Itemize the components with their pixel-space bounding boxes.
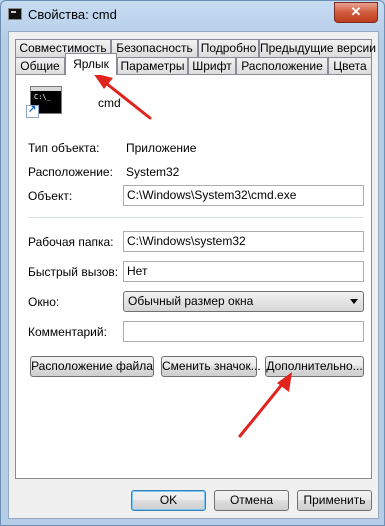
run-label: Окно: bbox=[28, 295, 60, 309]
tab-general[interactable]: Общие bbox=[15, 57, 65, 75]
tab-font[interactable]: Шрифт bbox=[188, 57, 236, 75]
start-in-input[interactable]: C:\Windows\system32 bbox=[123, 231, 364, 252]
shortcut-arrow-icon bbox=[26, 104, 39, 118]
shortcut-panel: C:\_ cmd Тип объекта: Приложение Располо… bbox=[15, 74, 372, 479]
cancel-button[interactable]: Отмена bbox=[214, 490, 289, 511]
tab-security[interactable]: Безопасность bbox=[111, 39, 198, 57]
comment-input[interactable] bbox=[123, 321, 364, 342]
chevron-down-icon bbox=[350, 299, 358, 304]
tab-layout[interactable]: Расположение bbox=[236, 57, 328, 75]
hotkey-label: Быстрый вызов: bbox=[28, 265, 119, 279]
tab-colors[interactable]: Цвета bbox=[328, 57, 372, 75]
location-value: System32 bbox=[126, 165, 180, 179]
divider bbox=[28, 217, 363, 219]
target-input[interactable]: C:\Windows\System32\cmd.exe bbox=[123, 185, 364, 206]
ok-button[interactable]: OK bbox=[131, 490, 206, 511]
hotkey-input[interactable]: Нет bbox=[123, 261, 364, 282]
target-type-value: Приложение bbox=[126, 141, 197, 155]
change-icon-button[interactable]: Сменить значок... bbox=[161, 356, 261, 377]
advanced-button[interactable]: Дополнительно... bbox=[265, 356, 364, 377]
target-label: Объект: bbox=[28, 189, 73, 203]
dialog-client: Совместимость Безопасность Подробно Пред… bbox=[8, 31, 379, 519]
title-bar[interactable]: Свойства: cmd ✕ bbox=[1, 1, 384, 31]
close-button[interactable]: ✕ bbox=[334, 2, 378, 23]
run-select[interactable]: Обычный размер окна bbox=[123, 291, 364, 312]
tab-shortcut[interactable]: Ярлык bbox=[65, 53, 117, 75]
apply-button[interactable]: Применить bbox=[297, 490, 372, 511]
tab-details[interactable]: Подробно bbox=[198, 39, 259, 57]
tab-previous-versions[interactable]: Предыдущие версии bbox=[259, 39, 376, 57]
tab-options[interactable]: Параметры bbox=[117, 57, 188, 75]
properties-window: Свойства: cmd ✕ Совместимость Безопаснос… bbox=[0, 0, 385, 526]
window-title: Свойства: cmd bbox=[28, 7, 117, 22]
open-file-location-button[interactable]: Расположение файла bbox=[30, 356, 154, 377]
run-select-value: Обычный размер окна bbox=[128, 294, 254, 308]
location-label: Расположение: bbox=[28, 165, 113, 179]
cmd-shortcut-icon: C:\_ bbox=[26, 86, 62, 118]
target-type-label: Тип объекта: bbox=[28, 141, 100, 155]
start-in-label: Рабочая папка: bbox=[28, 235, 114, 249]
shortcut-name: cmd bbox=[98, 96, 121, 110]
comment-label: Комментарий: bbox=[28, 325, 107, 339]
cmd-app-icon bbox=[8, 8, 22, 20]
